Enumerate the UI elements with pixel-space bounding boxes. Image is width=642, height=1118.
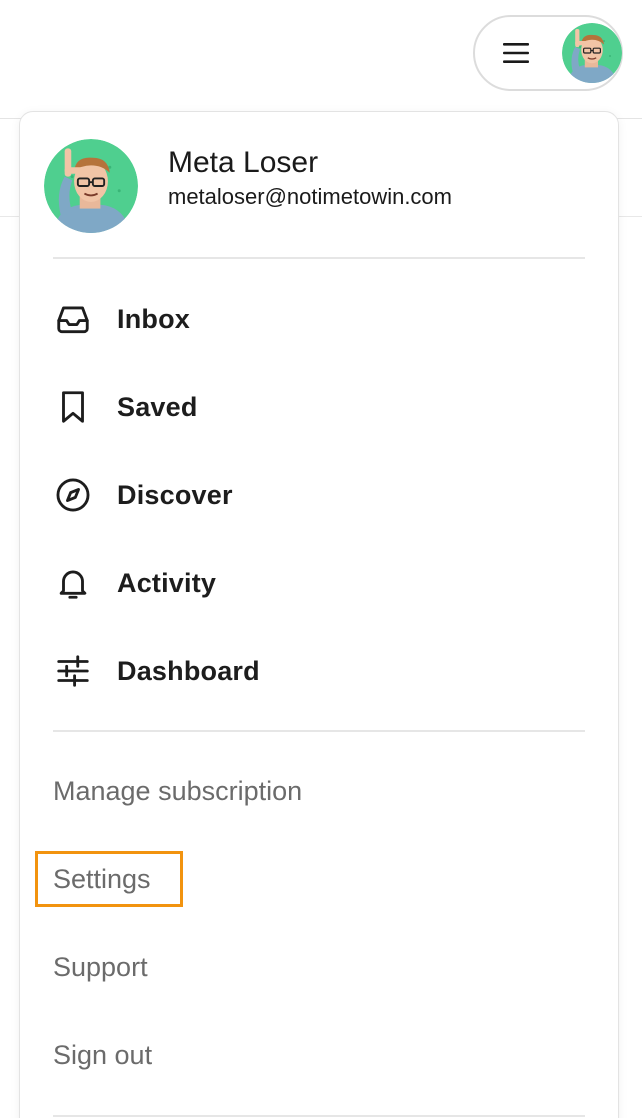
account-dropdown-menu: Meta Loser metaloser@notimetowin.com Inb… <box>19 111 619 1118</box>
nav-item-discover[interactable]: Discover <box>53 463 585 527</box>
sliders-icon <box>53 651 93 691</box>
user-name: Meta Loser <box>168 146 319 179</box>
sign-out-link[interactable]: Sign out <box>53 1040 152 1071</box>
nav-label: Inbox <box>117 303 190 334</box>
manage-subscription-link[interactable]: Manage subscription <box>53 776 302 807</box>
nav-item-inbox[interactable]: Inbox <box>53 287 585 351</box>
divider <box>53 1115 585 1117</box>
user-email: metaloser@notimetowin.com <box>168 184 452 209</box>
bookmark-icon <box>53 387 93 427</box>
nav-item-dashboard[interactable]: Dashboard <box>53 639 585 703</box>
divider <box>53 730 585 732</box>
settings-link[interactable]: Settings <box>53 864 151 895</box>
divider <box>53 257 585 259</box>
nav-label: Saved <box>117 391 198 422</box>
bell-icon <box>53 563 93 603</box>
page: Meta Loser metaloser@notimetowin.com Inb… <box>0 0 642 1118</box>
profile-avatar[interactable] <box>44 139 138 233</box>
nav-label: Dashboard <box>117 655 260 686</box>
support-link[interactable]: Support <box>53 952 148 983</box>
compass-icon <box>53 475 93 515</box>
avatar-image <box>44 139 138 233</box>
nav-label: Activity <box>117 567 217 598</box>
inbox-icon <box>53 299 93 339</box>
avatar[interactable] <box>562 23 622 83</box>
hamburger-icon <box>503 43 529 63</box>
nav-item-activity[interactable]: Activity <box>53 551 585 615</box>
avatar-image <box>562 23 622 83</box>
nav-label: Discover <box>117 479 233 510</box>
account-menu-toggle[interactable] <box>473 15 623 91</box>
nav-item-saved[interactable]: Saved <box>53 375 585 439</box>
